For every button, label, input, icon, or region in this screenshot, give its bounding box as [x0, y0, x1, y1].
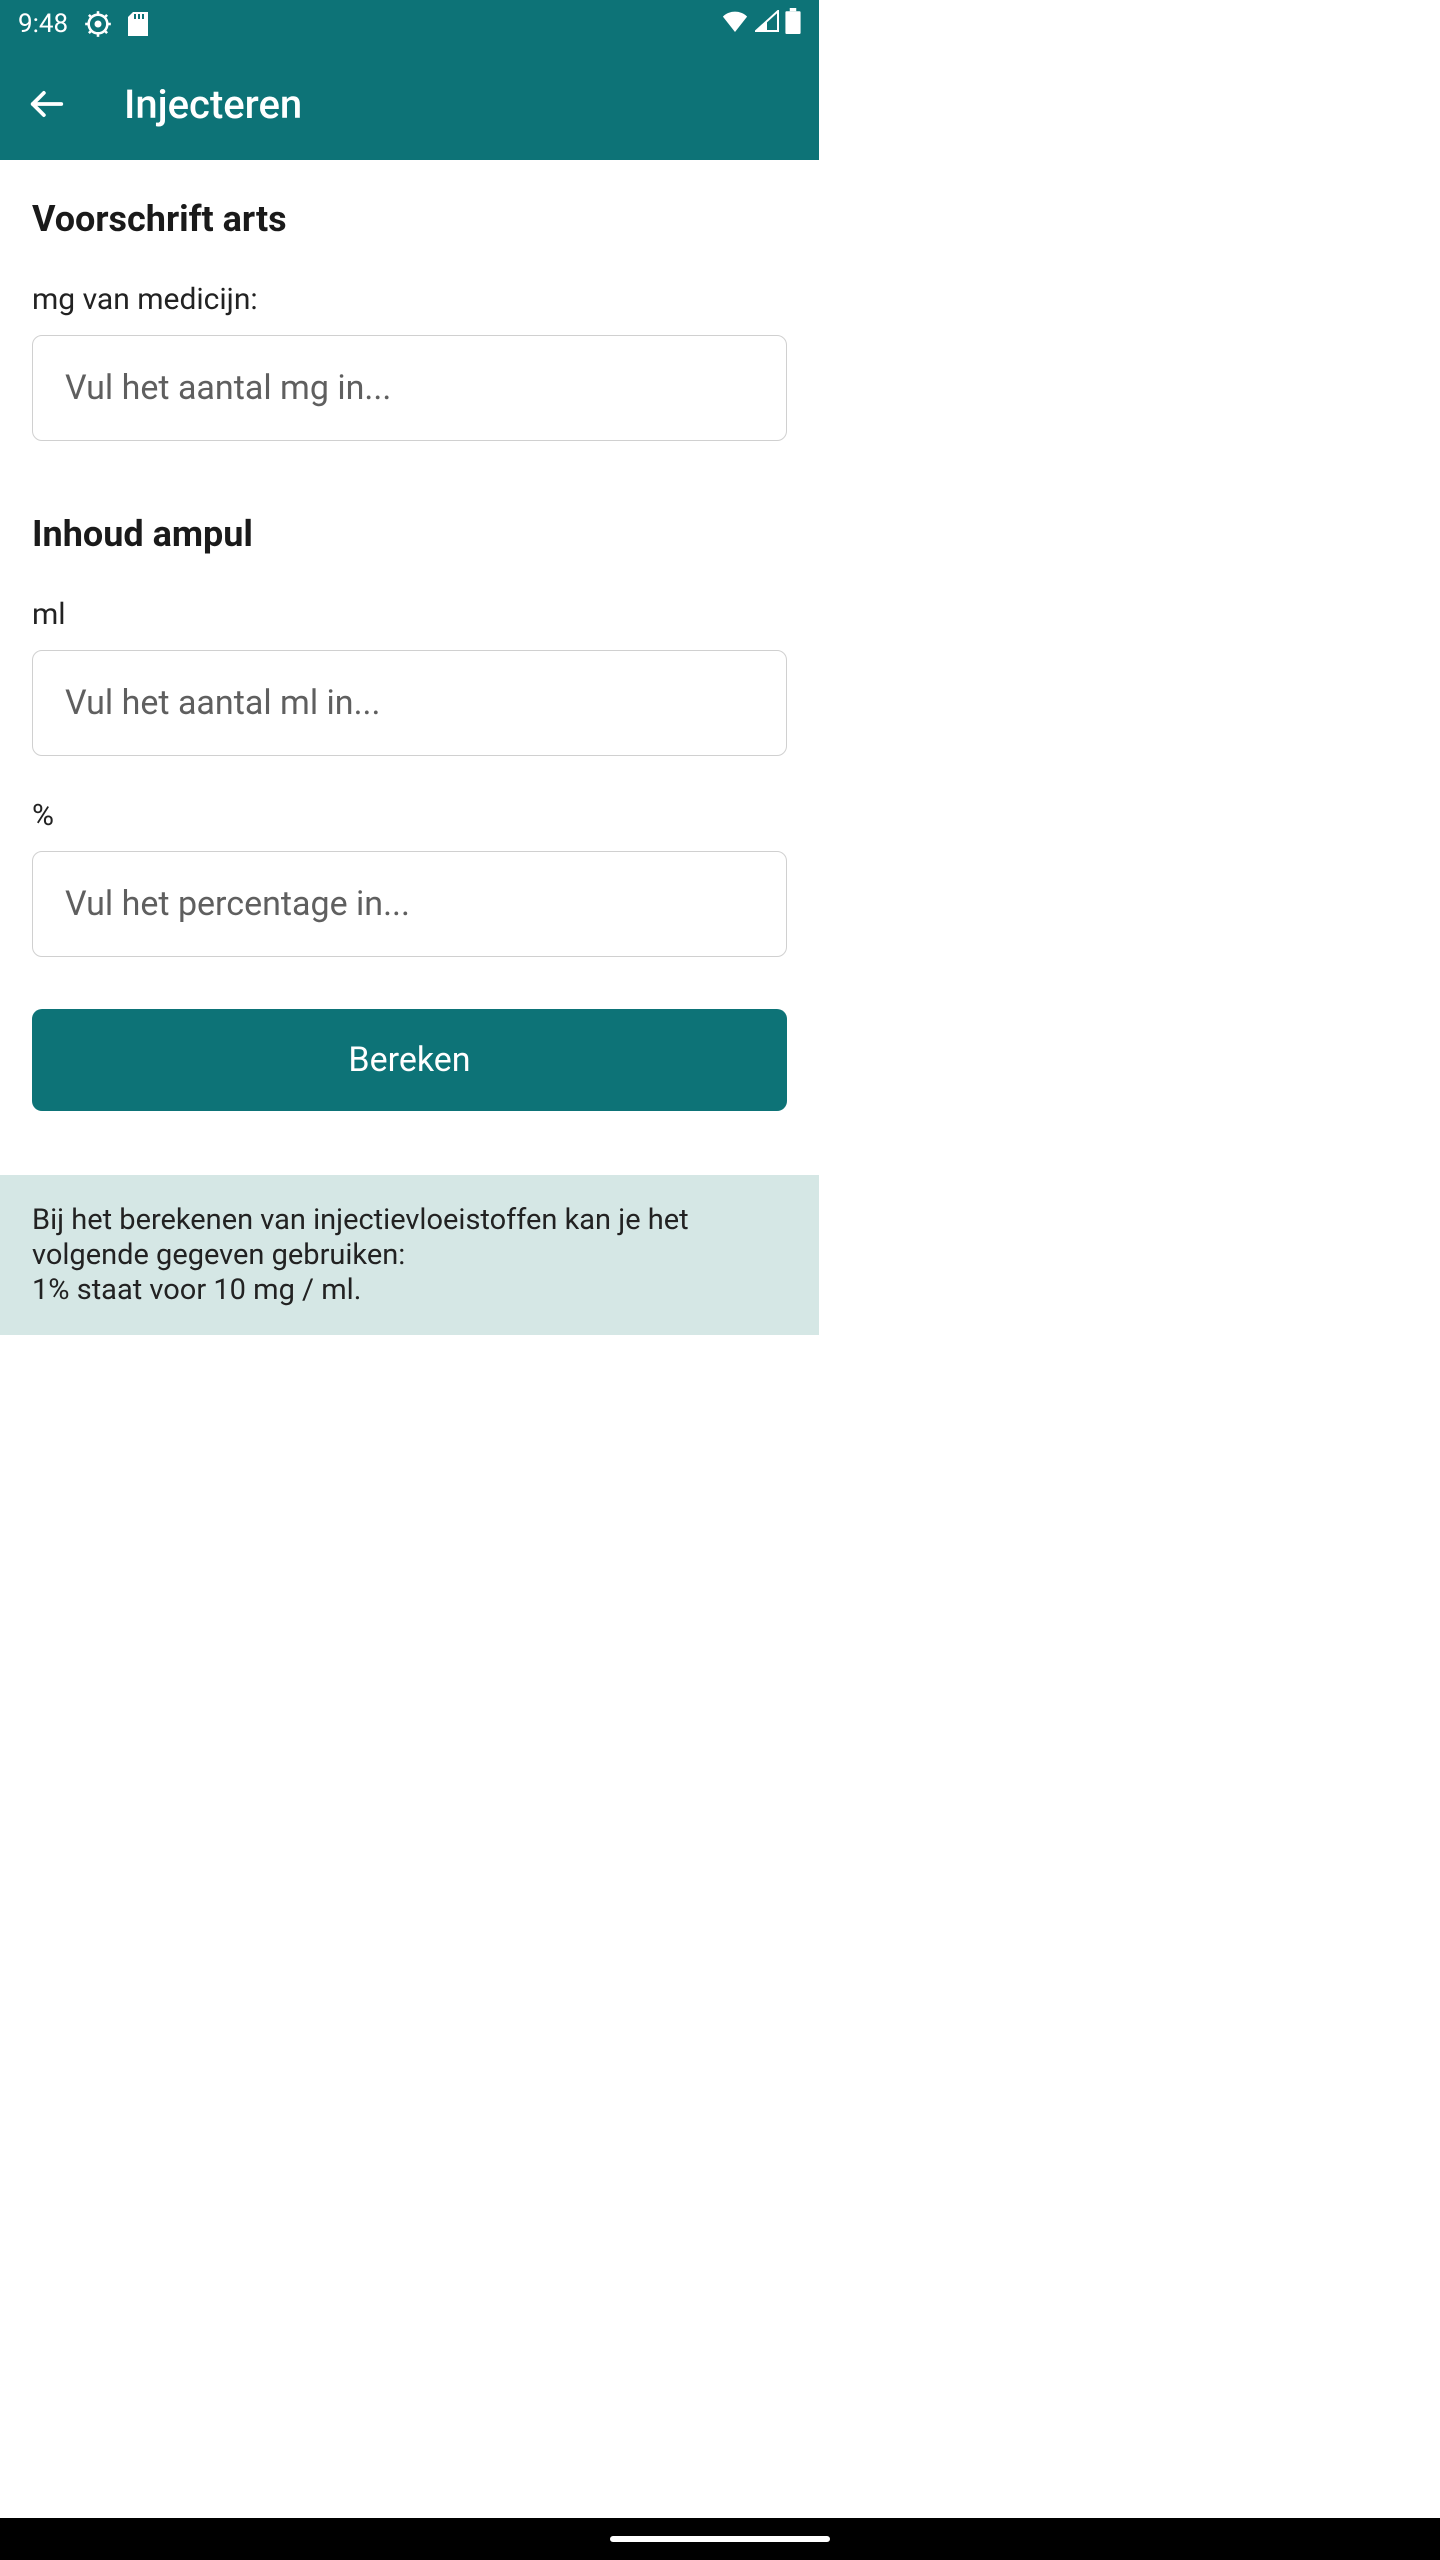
status-right: [721, 8, 801, 41]
status-bar: 9:48: [0, 0, 819, 48]
mg-input[interactable]: [32, 335, 787, 441]
ml-field-label: ml: [32, 597, 787, 632]
signal-icon: [755, 9, 779, 39]
wifi-icon: [721, 9, 749, 39]
mg-field-label: mg van medicijn:: [32, 282, 787, 317]
percent-field-label: %: [32, 798, 787, 833]
app-bar-title: Injecteren: [124, 81, 302, 128]
ml-input[interactable]: [32, 650, 787, 756]
nav-pill[interactable]: [610, 2536, 830, 2542]
section-prescription-title: Voorschrift arts: [32, 198, 787, 240]
status-time: 9:48: [18, 9, 68, 39]
back-arrow-icon[interactable]: [28, 85, 66, 123]
battery-icon: [785, 8, 801, 41]
calculate-button[interactable]: Bereken: [32, 1009, 787, 1111]
sd-card-icon: [128, 12, 148, 36]
section-ampul-title: Inhoud ampul: [32, 513, 787, 555]
info-box: Bij het berekenen van injectievloeistoff…: [0, 1175, 819, 1335]
android-nav-bar: [0, 2518, 1440, 2560]
percent-input[interactable]: [32, 851, 787, 957]
gear-icon: [84, 10, 112, 38]
info-box-text: Bij het berekenen van injectievloeistoff…: [32, 1203, 787, 1307]
main-content: Voorschrift arts mg van medicijn: Inhoud…: [0, 198, 819, 1335]
status-left: 9:48: [18, 9, 148, 39]
app-bar: Injecteren: [0, 48, 819, 160]
